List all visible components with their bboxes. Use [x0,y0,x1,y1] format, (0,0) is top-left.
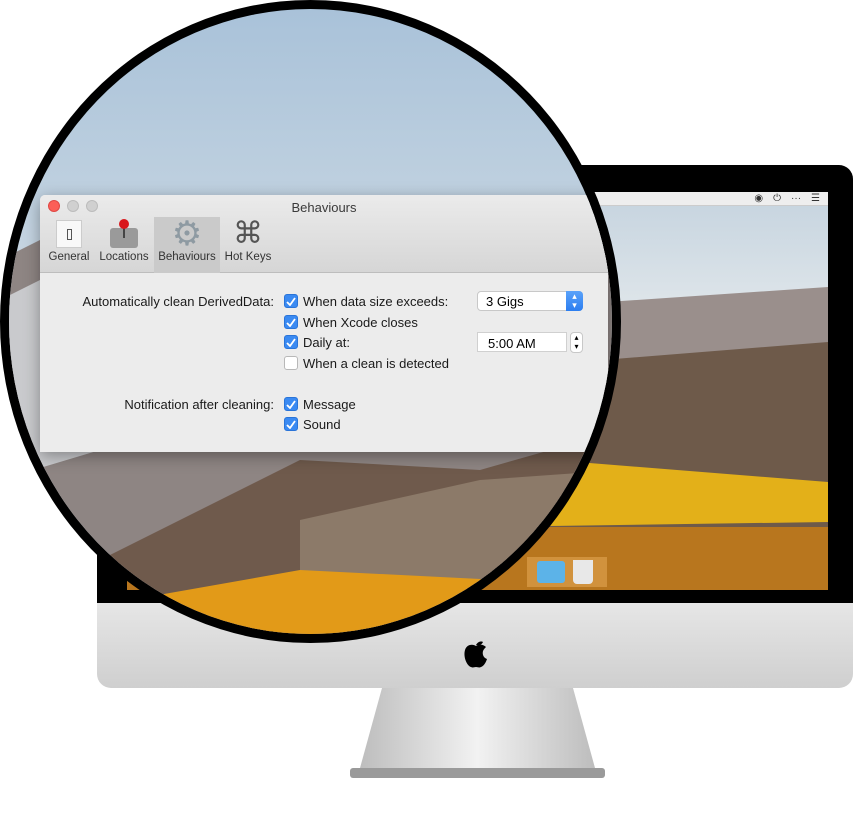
imac-stand [350,688,605,778]
menubar-list-icon[interactable]: ☰ [811,193,820,204]
tab-general[interactable]: General [44,217,94,273]
time-field[interactable]: 5:00 AM [477,332,567,352]
checkbox-message[interactable]: Message [284,395,356,413]
checkbox-label: When Xcode closes [303,314,418,330]
checkmark-icon [284,417,298,431]
checkmark-icon [284,397,298,411]
menubar-app-icon[interactable]: ◉ [754,193,763,204]
time-stepper[interactable]: ▴ ▾ [570,332,583,353]
apple-logo-icon [464,641,487,668]
switch-icon [56,220,82,248]
popup-value: 3 Gigs [486,294,524,309]
checkbox-xcode-closes[interactable]: When Xcode closes [284,313,418,331]
checkbox-label: When a clean is detected [303,355,449,371]
checkmark-icon [284,294,298,308]
command-key-icon: ⌘ [233,217,263,250]
menubar-more-icon[interactable]: ··· [791,193,801,204]
joystick-disk-icon [110,219,138,248]
tab-label: Locations [99,251,149,263]
preferences-window: Behaviours General Locations ⚙ Behaviour… [40,195,608,452]
data-size-popup[interactable]: 3 Gigs ▴ ▾ [477,291,583,311]
tab-label: Hot Keys [224,251,272,263]
notification-label: Notification after cleaning: [124,397,274,412]
checkbox-label: When data size exceeds: [303,293,449,309]
checkbox-clean-detected[interactable]: When a clean is detected [284,354,449,372]
tab-label: General [48,251,90,263]
menubar-power-icon[interactable]: ⏻ [773,193,781,204]
auto-clean-label: Automatically clean DerivedData: [82,294,274,309]
checkmark-icon [284,335,298,349]
checkbox-label: Message [303,396,356,412]
up-down-chevron-icon: ▴ ▾ [566,291,583,311]
tab-behaviours[interactable]: ⚙ Behaviours [154,217,220,273]
checkbox-label: Daily at: [303,334,350,350]
tab-label: Behaviours [158,251,216,263]
checkbox-daily[interactable]: Daily at: [284,333,350,351]
checkbox-data-size[interactable]: When data size exceeds: [284,292,448,310]
checkbox-label: Sound [303,416,341,432]
checkmark-icon [284,315,298,329]
tab-hot-keys[interactable]: ⌘ Hot Keys [222,217,274,273]
magnifier-circle: Behaviours General Locations ⚙ Behaviour… [0,0,621,643]
gear-icon: ⚙ [171,215,203,253]
window-title: Behaviours [291,200,357,215]
tab-locations[interactable]: Locations [96,217,152,273]
title-bar: Behaviours General Locations ⚙ Behaviour… [40,195,608,273]
checkbox-sound[interactable]: Sound [284,415,341,433]
